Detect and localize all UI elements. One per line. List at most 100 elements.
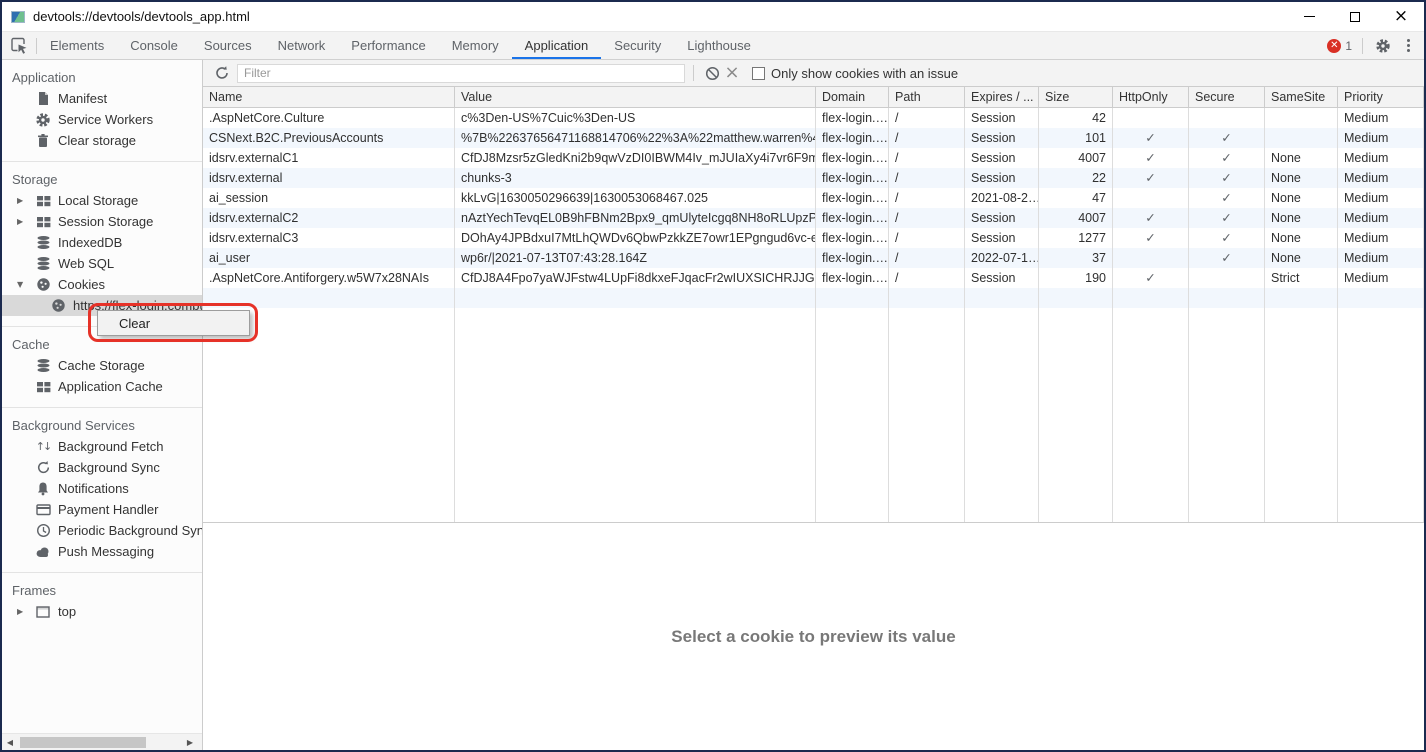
tab-security[interactable]: Security (601, 32, 674, 59)
cell-secure (1189, 268, 1265, 288)
devtools-tabbar: Elements Console Sources Network Perform… (2, 32, 1424, 60)
column-header-samesite[interactable]: SameSite (1265, 87, 1338, 107)
table-row[interactable]: .AspNetCore.Antiforgery.w5W7x28NAIsCfDJ8… (203, 268, 1424, 288)
tab-network[interactable]: Network (265, 32, 339, 59)
scroll-left-icon[interactable]: ◀ (2, 734, 18, 750)
close-button[interactable]: × (1378, 2, 1424, 31)
sidebar-item-notifications[interactable]: Notifications (2, 478, 202, 499)
sidebar-item-background-fetch[interactable]: ↑↓ Background Fetch (2, 436, 202, 457)
table-row[interactable]: idsrv.externalC3DOhAy4JPBdxuI7MtLhQWDv6Q… (203, 228, 1424, 248)
sidebar-item-local-storage[interactable]: ▶ Local Storage (2, 190, 202, 211)
tab-console[interactable]: Console (117, 32, 191, 59)
cell-httponly (1113, 108, 1189, 128)
cell-priority: Medium (1338, 208, 1424, 228)
column-header-name[interactable]: Name (203, 87, 455, 107)
gear-icon (1375, 38, 1391, 54)
cell-value: kkLvG|1630050296639|1630053068467.025 (455, 188, 816, 208)
cell-name: CSNext.B2C.PreviousAccounts (203, 128, 455, 148)
column-header-priority[interactable]: Priority (1338, 87, 1424, 107)
table-row[interactable]: idsrv.externalchunks-3flex-login.…/Sessi… (203, 168, 1424, 188)
section-cache: Cache Cache Storage Application Cache (2, 326, 202, 407)
sidebar-item-top-frame[interactable]: ▶ top (2, 601, 202, 622)
sidebar-item-periodic-background-sync[interactable]: Periodic Background Sync (2, 520, 202, 541)
column-header-value[interactable]: Value (455, 87, 816, 107)
cell-secure: ✓ (1189, 168, 1265, 188)
delete-selected-button[interactable]: × (722, 64, 742, 82)
bell-icon (35, 481, 51, 497)
sidebar-item-background-sync[interactable]: Background Sync (2, 457, 202, 478)
cell-value: chunks-3 (455, 168, 816, 188)
sidebar-horizontal-scrollbar[interactable]: ◀ ▶ (2, 733, 202, 750)
sidebar-item-label: Session Storage (58, 214, 153, 229)
cell-size: 42 (1039, 108, 1113, 128)
settings-button[interactable] (1373, 38, 1393, 54)
cell-value: CfDJ8A4Fpo7yaWJFstw4LUpFi8dkxeFJqacFr2wI… (455, 268, 816, 288)
sidebar-item-label: Background Fetch (58, 439, 164, 454)
tab-application[interactable]: Application (512, 32, 602, 59)
cell-samesite (1265, 108, 1338, 128)
column-header-expires[interactable]: Expires / ... (965, 87, 1039, 107)
cell-value: %7B%22637656471168814706%22%3A%22matthew… (455, 128, 816, 148)
sidebar-item-application-cache[interactable]: Application Cache (2, 376, 202, 397)
sidebar-item-cache-storage[interactable]: Cache Storage (2, 355, 202, 376)
sidebar-item-clear-storage[interactable]: Clear storage (2, 130, 202, 151)
cell-secure: ✓ (1189, 228, 1265, 248)
error-badge[interactable]: ✕ 1 (1327, 39, 1352, 53)
table-row[interactable]: CSNext.B2C.PreviousAccounts%7B%226376564… (203, 128, 1424, 148)
cell-domain: flex-login.… (816, 228, 889, 248)
scrollbar-thumb[interactable] (20, 737, 146, 748)
column-header-secure[interactable]: Secure (1189, 87, 1265, 107)
cell-expires: Session (965, 228, 1039, 248)
tab-elements[interactable]: Elements (37, 32, 117, 59)
minimize-button[interactable] (1286, 2, 1332, 31)
clock-icon (35, 523, 51, 539)
tab-performance[interactable]: Performance (338, 32, 438, 59)
tab-memory[interactable]: Memory (439, 32, 512, 59)
cell-name: .AspNetCore.Culture (203, 108, 455, 128)
sidebar-item-manifest[interactable]: Manifest (2, 88, 202, 109)
cookies-toolbar: × Only show cookies with an issue (203, 60, 1424, 87)
chevron-right-icon[interactable]: ▶ (17, 601, 23, 622)
delete-all-button[interactable] (702, 66, 722, 81)
column-header-path[interactable]: Path (889, 87, 965, 107)
scroll-right-icon[interactable]: ▶ (182, 734, 198, 750)
clear-x-icon: × (724, 64, 739, 82)
chevron-right-icon[interactable]: ▶ (17, 211, 23, 232)
maximize-button[interactable] (1332, 2, 1378, 31)
table-row[interactable]: .AspNetCore.Culturec%3Den-US%7Cuic%3Den-… (203, 108, 1424, 128)
cell-expires: 2021-08-2… (965, 188, 1039, 208)
table-row[interactable]: idsrv.externalC1CfDJ8Mzsr5zGledKni2b9qwV… (203, 148, 1424, 168)
sidebar-item-label: Manifest (58, 91, 107, 106)
cell-expires: Session (965, 108, 1039, 128)
cell-size: 47 (1039, 188, 1113, 208)
chevron-down-icon[interactable]: ▼ (17, 274, 23, 295)
issue-filter-checkbox[interactable] (752, 67, 765, 80)
inspect-element-button[interactable] (2, 32, 36, 59)
tab-lighthouse[interactable]: Lighthouse (674, 32, 764, 59)
table-row[interactable]: ai_sessionkkLvG|1630050296639|1630053068… (203, 188, 1424, 208)
column-header-domain[interactable]: Domain (816, 87, 889, 107)
filter-input[interactable] (237, 64, 685, 83)
cell-expires: Session (965, 128, 1039, 148)
table-row[interactable]: idsrv.externalC2nAztYechTevqEL0B9hFBNm2B… (203, 208, 1424, 228)
sidebar-item-indexeddb[interactable]: IndexedDB (2, 232, 202, 253)
sidebar-item-payment-handler[interactable]: Payment Handler (2, 499, 202, 520)
table-row[interactable]: ai_userwp6r/|2021-07-13T07:43:28.164Zfle… (203, 248, 1424, 268)
tab-sources[interactable]: Sources (191, 32, 265, 59)
sidebar-item-push-messaging[interactable]: Push Messaging (2, 541, 202, 562)
column-header-size[interactable]: Size (1039, 87, 1113, 107)
cookie-icon (35, 277, 51, 293)
sidebar-item-session-storage[interactable]: ▶ Session Storage (2, 211, 202, 232)
context-menu-item-clear[interactable]: Clear (98, 316, 150, 331)
more-options-button[interactable] (1403, 39, 1414, 52)
sidebar-item-service-workers[interactable]: Service Workers (2, 109, 202, 130)
column-header-httponly[interactable]: HttpOnly (1113, 87, 1189, 107)
cell-domain: flex-login.… (816, 208, 889, 228)
sidebar-item-web-sql[interactable]: Web SQL (2, 253, 202, 274)
cell-size: 101 (1039, 128, 1113, 148)
storage-table-icon (35, 193, 51, 209)
refresh-button[interactable] (211, 65, 233, 81)
storage-table-icon (35, 214, 51, 230)
sidebar-item-cookies[interactable]: ▼ Cookies (2, 274, 202, 295)
chevron-right-icon[interactable]: ▶ (17, 190, 23, 211)
